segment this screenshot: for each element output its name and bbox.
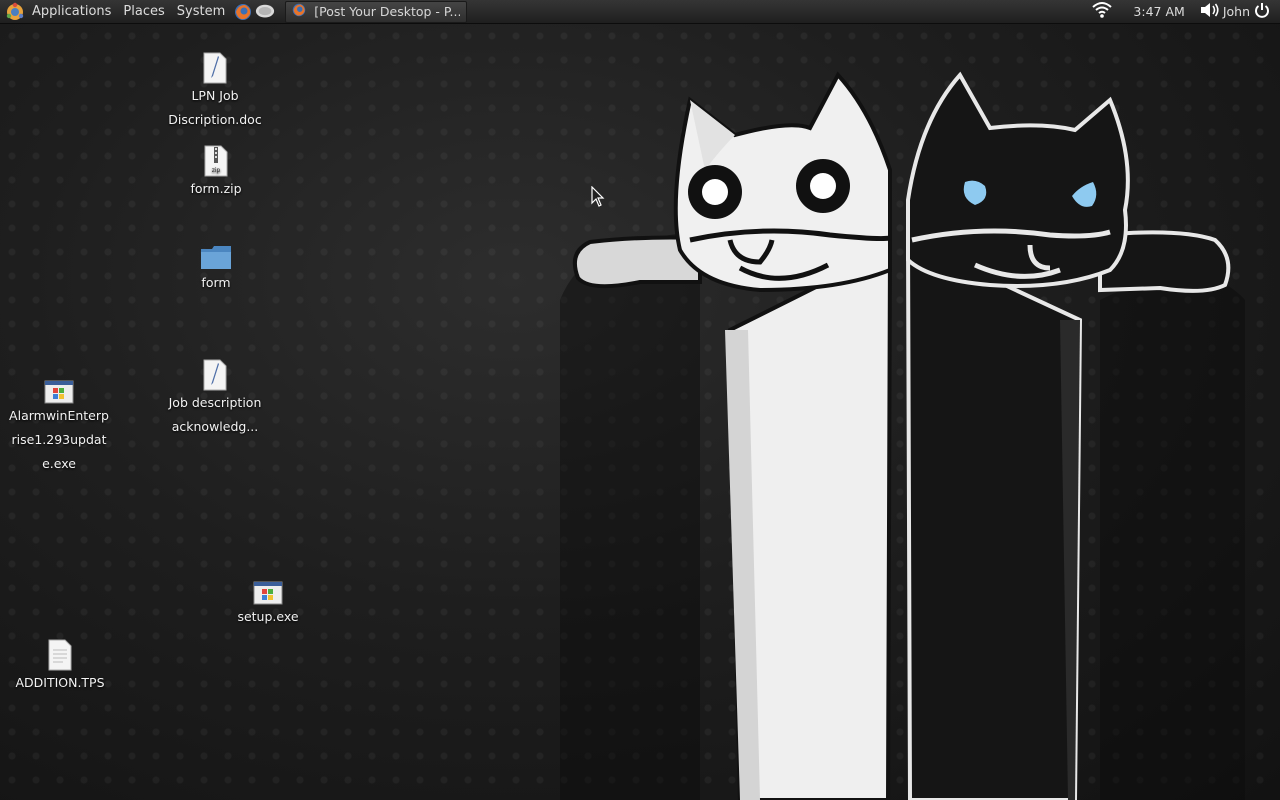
icon-label: LPN Job Discription.doc [168, 88, 262, 127]
volume-icon[interactable] [1199, 1, 1221, 23]
top-panel: Applications Places System [Post Your De… [0, 0, 1280, 24]
svg-text:zip: zip [212, 167, 221, 174]
taskbar-window-title: [Post Your Desktop - P... [314, 4, 461, 19]
power-icon[interactable] [1254, 2, 1270, 22]
taskbar-window-button[interactable]: [Post Your Desktop - P... [285, 0, 468, 23]
clock[interactable]: 3:47 AM [1133, 4, 1184, 19]
firefox-icon [292, 3, 306, 20]
menu-applications[interactable]: Applications [26, 0, 117, 24]
desktop-icon-job-description[interactable]: Job description acknowledg... [165, 359, 265, 439]
menu-places[interactable]: Places [117, 0, 170, 24]
desktop-icon-form-zip[interactable]: zip form.zip [166, 145, 266, 201]
windows-exe-icon [218, 573, 318, 605]
ubuntu-logo-icon[interactable] [4, 1, 26, 23]
document-icon [165, 52, 265, 84]
desktop-icon-addition-tps[interactable]: ADDITION.TPS [10, 639, 110, 695]
icon-label: form [201, 275, 231, 290]
firefox-launcher-icon[interactable] [233, 2, 253, 22]
icon-label: AlarmwinEnterprise1.293update.exe [9, 408, 109, 471]
windows-exe-icon [9, 372, 109, 404]
desktop-icon-form-folder[interactable]: form [166, 239, 266, 295]
icon-label: ADDITION.TPS [15, 675, 105, 690]
chat-launcher-icon[interactable] [255, 2, 275, 22]
document-icon [165, 359, 265, 391]
desktop-icon-setup-exe[interactable]: setup.exe [218, 573, 318, 629]
mouse-cursor-icon [591, 186, 605, 207]
user-name[interactable]: John [1223, 4, 1250, 19]
desktop-icon-lpn-job-discription[interactable]: LPN Job Discription.doc [165, 52, 265, 132]
text-file-icon [10, 639, 110, 671]
desktop-icon-alarmwin-exe[interactable]: AlarmwinEnterprise1.293update.exe [9, 372, 109, 476]
wifi-icon[interactable] [1091, 1, 1113, 23]
folder-icon [166, 239, 266, 271]
zip-archive-icon: zip [166, 145, 266, 177]
icon-label: setup.exe [237, 609, 299, 624]
icon-label: Job description acknowledg... [168, 395, 262, 434]
icon-label: form.zip [190, 181, 242, 196]
menu-system[interactable]: System [171, 0, 231, 24]
